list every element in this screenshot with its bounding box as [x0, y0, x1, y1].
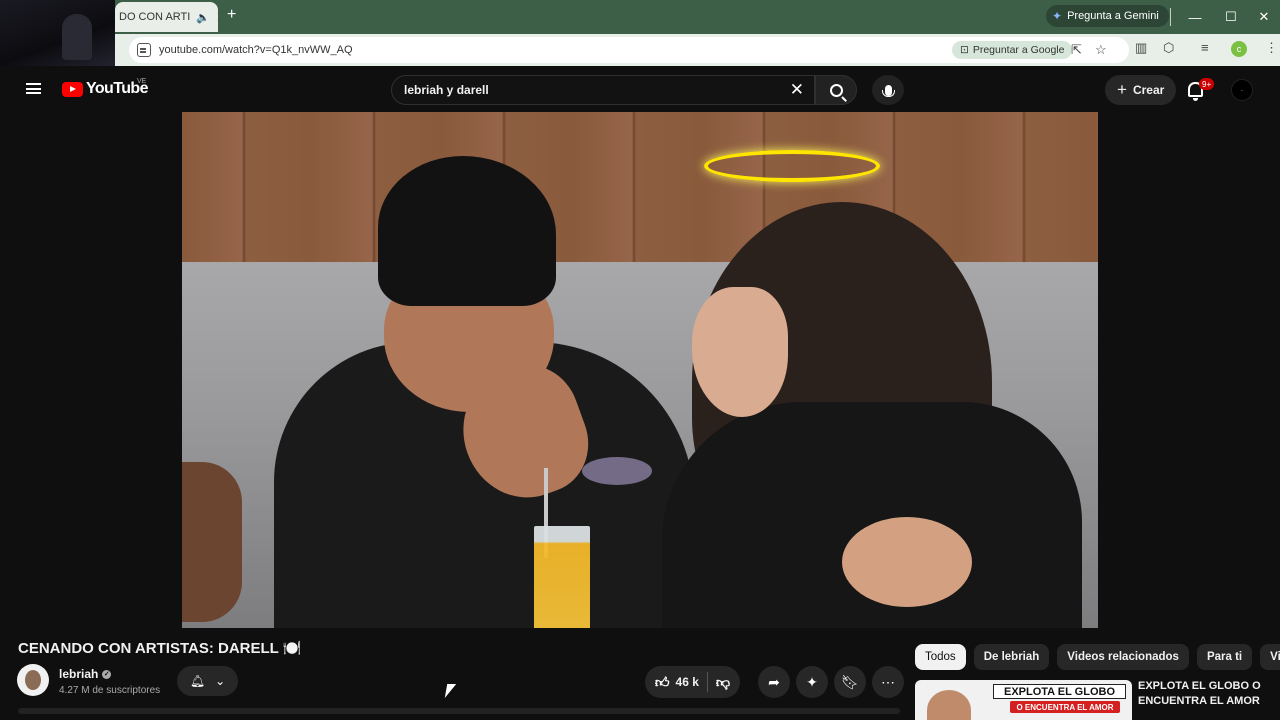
- tab-title: DO CON ARTI: [119, 11, 191, 23]
- extension-bars-icon[interactable]: ▥: [1135, 40, 1147, 56]
- profile-avatar[interactable]: c: [1231, 41, 1247, 57]
- person-right-arm: [842, 517, 972, 607]
- hamburger-menu-icon[interactable]: [26, 83, 41, 94]
- recommended-video-thumbnail[interactable]: EXPLOTA EL GLOBO O ENCUENTRA EL AMOR: [915, 680, 1132, 720]
- chip-de-lebriah[interactable]: De lebriah: [973, 644, 1050, 670]
- like-dislike-group: 👍︎ 46 k 👎︎: [645, 666, 740, 698]
- chip-videos-relacionados[interactable]: Videos relacionados: [1057, 644, 1189, 670]
- media-control-icon[interactable]: ≡: [1201, 40, 1209, 55]
- gemini-icon: ✦: [1052, 9, 1063, 23]
- channel-avatar[interactable]: [17, 664, 49, 696]
- search-icon: [829, 83, 843, 97]
- person-right-face: [692, 287, 788, 417]
- gemini-button[interactable]: ✦ Pregunta a Gemini: [1046, 5, 1169, 27]
- verified-icon: ✓: [102, 669, 112, 679]
- like-count[interactable]: 46 k: [676, 675, 699, 689]
- chip-para-ti[interactable]: Para ti: [1196, 644, 1253, 670]
- ask-ai-icon[interactable]: ✦: [796, 666, 828, 698]
- video-player[interactable]: [182, 112, 1098, 628]
- left-person-edge: [182, 462, 242, 622]
- chip-todos[interactable]: Todos: [915, 644, 966, 670]
- notification-badge: 9+: [1199, 78, 1215, 90]
- search-input[interactable]: [404, 83, 764, 97]
- microphone-icon: [881, 84, 895, 97]
- create-label: Crear: [1132, 83, 1165, 97]
- thumbnail-text-1: EXPLOTA EL GLOBO: [993, 684, 1126, 699]
- search-box[interactable]: ✕: [391, 75, 815, 105]
- channel-name[interactable]: lebriah: [59, 667, 98, 681]
- clear-search-icon[interactable]: ✕: [790, 80, 804, 100]
- divider: [1170, 8, 1171, 26]
- subscription-bell-button[interactable]: 🔔︎ ⌄: [177, 666, 238, 696]
- divider: [706, 672, 708, 692]
- address-bar[interactable]: youtube.com/watch?v=Q1k_nvWW_AQ ⊡ Pregun…: [129, 37, 1129, 63]
- webcam-overlay: [0, 0, 115, 66]
- youtube-page: YouTube VE ✕ + Crear 9+ ·: [0, 66, 1280, 720]
- create-button[interactable]: + Crear: [1105, 75, 1177, 105]
- youtube-logo[interactable]: YouTube VE: [62, 78, 148, 98]
- search-button[interactable]: [815, 75, 857, 105]
- ask-google-label: Preguntar a Google: [972, 44, 1065, 56]
- plus-icon: +: [1117, 80, 1127, 99]
- youtube-play-icon: [62, 81, 83, 97]
- browser-toolbar: youtube.com/watch?v=Q1k_nvWW_AQ ⊡ Pregun…: [115, 34, 1280, 66]
- country-code: VE: [137, 78, 147, 85]
- dislike-icon[interactable]: 👎︎: [716, 674, 730, 691]
- juice-glass: [534, 526, 590, 628]
- minimize-icon[interactable]: —: [1177, 0, 1213, 34]
- channel-name-row[interactable]: lebriah ✓: [59, 667, 112, 681]
- speaker-icon[interactable]: 🔈: [196, 11, 210, 24]
- chevron-down-icon: ⌄: [215, 674, 226, 688]
- video-title: CENANDO CON ARTISTAS: DARELL 🍽️: [18, 640, 302, 657]
- account-avatar[interactable]: ·: [1231, 79, 1253, 101]
- filter-chips: Todos De lebriah Videos relacionados Par…: [915, 644, 1280, 670]
- menu-icon[interactable]: ⋮: [1265, 40, 1278, 56]
- youtube-header: YouTube VE ✕ + Crear 9+ ·: [0, 66, 1280, 112]
- thumbnail-text-2: O ENCUENTRA EL AMOR: [1010, 701, 1120, 713]
- install-icon[interactable]: ⇱: [1071, 42, 1082, 58]
- close-window-icon[interactable]: ✕: [1246, 0, 1280, 34]
- voice-search-button[interactable]: [872, 75, 904, 105]
- halo-graphic: [704, 150, 880, 182]
- save-bookmark-icon[interactable]: 🔖︎: [834, 666, 866, 698]
- site-settings-icon[interactable]: [137, 43, 151, 57]
- recommended-video-title[interactable]: EXPLOTA EL GLOBO O ENCUENTRA EL AMOR: [1138, 679, 1273, 709]
- browser-tab[interactable]: DO CON ARTI 🔈 ✕: [115, 2, 218, 32]
- thumbnail-face: [927, 690, 971, 720]
- description-box-edge: [18, 708, 900, 714]
- more-actions-icon[interactable]: ⋯: [872, 666, 904, 698]
- gemini-label: Pregunta a Gemini: [1067, 10, 1159, 22]
- lens-icon: ⊡: [960, 44, 969, 56]
- share-icon[interactable]: ➦: [758, 666, 790, 698]
- maximize-icon[interactable]: ☐: [1213, 0, 1249, 34]
- subscriber-count: 4.27 M de suscriptores: [59, 685, 161, 696]
- close-tab-icon[interactable]: ✕: [216, 9, 218, 25]
- ask-google-button[interactable]: ⊡ Preguntar a Google: [952, 41, 1073, 59]
- url-text: youtube.com/watch?v=Q1k_nvWW_AQ: [159, 44, 353, 56]
- bookmark-star-icon[interactable]: ☆: [1095, 42, 1107, 58]
- chip-visto[interactable]: Visto: [1260, 644, 1280, 670]
- jacket-logo: [582, 457, 652, 485]
- bell-icon: 🔔︎: [189, 674, 206, 688]
- new-tab-button[interactable]: +: [227, 6, 236, 24]
- extensions-icon[interactable]: ⬡: [1163, 40, 1174, 56]
- like-icon[interactable]: 👍︎: [655, 674, 670, 691]
